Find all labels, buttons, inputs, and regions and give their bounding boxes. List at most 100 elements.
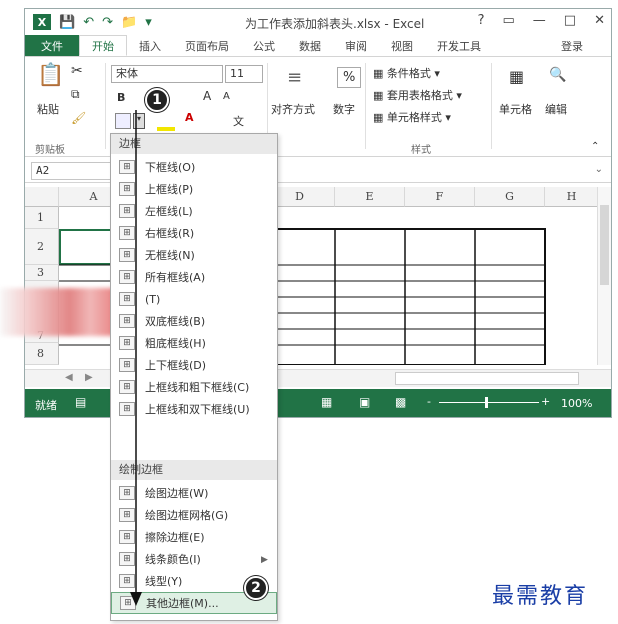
tab-insert[interactable]: 插入 <box>127 35 173 56</box>
minimize-button[interactable]: — <box>533 13 546 28</box>
styles-group-label: 样式 <box>411 145 431 156</box>
cut-icon[interactable]: ✂ <box>71 63 83 79</box>
column-header-g[interactable]: G <box>475 187 545 207</box>
select-all-corner[interactable] <box>25 187 59 207</box>
fill-color-icon[interactable] <box>157 127 175 131</box>
window-title: 为工作表添加斜表头.xlsx - Excel <box>245 17 425 31</box>
row-header-8[interactable]: 8 <box>25 343 59 365</box>
maximize-button[interactable]: □ <box>564 13 576 28</box>
page-layout-view-icon[interactable]: ▣ <box>359 395 370 409</box>
phonetic-guide-button[interactable]: 文 <box>233 113 244 129</box>
menu-item-label: 左框线(L) <box>145 205 193 218</box>
undo-icon[interactable]: ↶ <box>83 15 94 30</box>
menu-item-label: 线型(Y) <box>145 575 183 588</box>
customize-quick-access-icon[interactable]: ▾ <box>145 15 152 30</box>
ribbon-display-button[interactable]: ▭ <box>503 13 515 28</box>
format-painter-icon[interactable]: 🖌 <box>71 111 86 125</box>
vertical-scrollbar[interactable] <box>597 187 611 365</box>
tab-home[interactable]: 开始 <box>79 35 127 56</box>
ribbon-separator <box>491 63 492 149</box>
menu-item-label: 上框线(P) <box>145 183 194 196</box>
tab-data[interactable]: 数据 <box>287 35 333 56</box>
redo-icon[interactable]: ↷ <box>102 15 113 30</box>
percent-icon[interactable]: % <box>337 67 362 88</box>
zoom-in-button[interactable]: + <box>541 395 550 408</box>
menu-item-label: 双底框线(B) <box>145 315 206 328</box>
menu-item-label: 绘图边框(W) <box>145 487 209 500</box>
window-controls: ? ▭ — □ ✕ <box>478 13 605 28</box>
tab-formulas[interactable]: 公式 <box>241 35 287 56</box>
conditional-format-button[interactable]: ▦ 条件格式 ▾ <box>373 65 440 81</box>
format-as-table-label: 套用表格格式 <box>386 89 453 102</box>
bold-button[interactable]: B <box>117 91 125 104</box>
normal-view-icon[interactable]: ▦ <box>321 395 332 409</box>
shrink-font-button[interactable]: A <box>223 91 230 102</box>
find-binoculars-icon[interactable]: 🔍 <box>549 67 566 83</box>
zoom-level[interactable]: 100% <box>561 397 592 410</box>
font-name-select[interactable]: 宋体 <box>111 65 223 83</box>
alignment-button[interactable]: 对齐方式 <box>271 101 315 117</box>
sheet-nav-right-icon[interactable]: ▶ <box>85 372 93 383</box>
step-callout-2: 2 <box>244 576 268 600</box>
title-bar: X 💾 ↶ ↷ 📁 ▾ 为工作表添加斜表头.xlsx - Excel ? ▭ —… <box>25 9 611 35</box>
font-color-icon[interactable]: A <box>185 111 194 124</box>
editing-button[interactable]: 编辑 <box>545 101 567 117</box>
zoom-slider-thumb[interactable] <box>485 397 488 408</box>
page-break-view-icon[interactable]: ▩ <box>395 395 406 409</box>
cells-icon[interactable]: ▦ <box>509 67 524 86</box>
tab-view[interactable]: 视图 <box>379 35 425 56</box>
cell-styles-icon: ▦ <box>373 111 387 124</box>
submenu-arrow-icon: ▶ <box>261 555 268 565</box>
menu-item-label: 线条颜色(I) <box>145 553 201 566</box>
number-button[interactable]: 数字 <box>333 101 355 117</box>
save-icon[interactable]: 💾 <box>59 15 75 30</box>
column-header-h[interactable]: H <box>545 187 599 207</box>
tab-page-layout[interactable]: 页面布局 <box>173 35 241 56</box>
cells-button[interactable]: 单元格 <box>499 101 532 117</box>
grow-font-button[interactable]: A <box>203 89 211 103</box>
name-box[interactable]: A2 <box>31 162 111 180</box>
column-header-f[interactable]: F <box>405 187 475 207</box>
help-button[interactable]: ? <box>478 13 485 28</box>
paste-icon[interactable]: 📋 <box>37 63 64 88</box>
sheet-nav-left-icon[interactable]: ◀ <box>65 372 73 383</box>
cell-styles-button[interactable]: ▦ 单元格样式 ▾ <box>373 109 451 125</box>
horizontal-scroll-track[interactable] <box>395 372 579 385</box>
zoom-out-button[interactable]: - <box>427 395 431 408</box>
row-header-1[interactable]: 1 <box>25 207 59 229</box>
menu-item-label: 下框线(O) <box>145 161 196 174</box>
align-icon[interactable]: ≡ <box>287 67 302 88</box>
clipboard-group-label: 剪贴板 <box>35 145 65 156</box>
expand-formula-icon[interactable]: ⌄ <box>595 164 603 175</box>
login-link[interactable]: 登录 <box>549 35 611 56</box>
tab-developer[interactable]: 开发工具 <box>425 35 493 56</box>
ribbon-tabs: 文件 开始 插入 页面布局 公式 数据 审阅 视图 开发工具 登录 <box>25 35 611 57</box>
conditional-format-label: 条件格式 <box>386 67 431 80</box>
menu-item-label: 所有框线(A) <box>145 271 206 284</box>
column-header-e[interactable]: E <box>335 187 405 207</box>
zoom-slider[interactable] <box>439 402 539 403</box>
watermark-text: 最需教育 <box>492 584 589 609</box>
font-size-select[interactable]: 11 <box>225 65 263 83</box>
step-callout-1: 1 <box>145 88 169 112</box>
menu-item-label: 粗底框线(H) <box>145 337 206 350</box>
menu-item-label: (T) <box>145 292 161 306</box>
copy-icon[interactable]: ⧉ <box>71 87 80 102</box>
collapse-ribbon-icon[interactable]: ⌃ <box>591 141 599 152</box>
format-as-table-button[interactable]: ▦ 套用表格格式 ▾ <box>373 87 462 103</box>
close-button[interactable]: ✕ <box>594 13 605 28</box>
row-header-3[interactable]: 3 <box>25 265 59 281</box>
menu-item-label: 上下框线(D) <box>145 359 207 372</box>
menu-item-label: 擦除边框(E) <box>145 531 205 544</box>
row-header-2[interactable]: 2 <box>25 229 59 265</box>
paste-button-label[interactable]: 粘贴 <box>37 101 59 117</box>
macro-record-icon[interactable]: ▤ <box>75 395 86 409</box>
cell-styles-label: 单元格样式 <box>386 111 442 124</box>
tab-review[interactable]: 审阅 <box>333 35 379 56</box>
menu-item-label: 上框线和粗下框线(C) <box>145 381 250 394</box>
menu-item-label: 无框线(N) <box>145 249 195 262</box>
vertical-scroll-thumb[interactable] <box>600 205 609 285</box>
tab-file[interactable]: 文件 <box>25 35 79 56</box>
ribbon-separator <box>105 63 106 149</box>
open-folder-icon[interactable]: 📁 <box>121 15 137 30</box>
